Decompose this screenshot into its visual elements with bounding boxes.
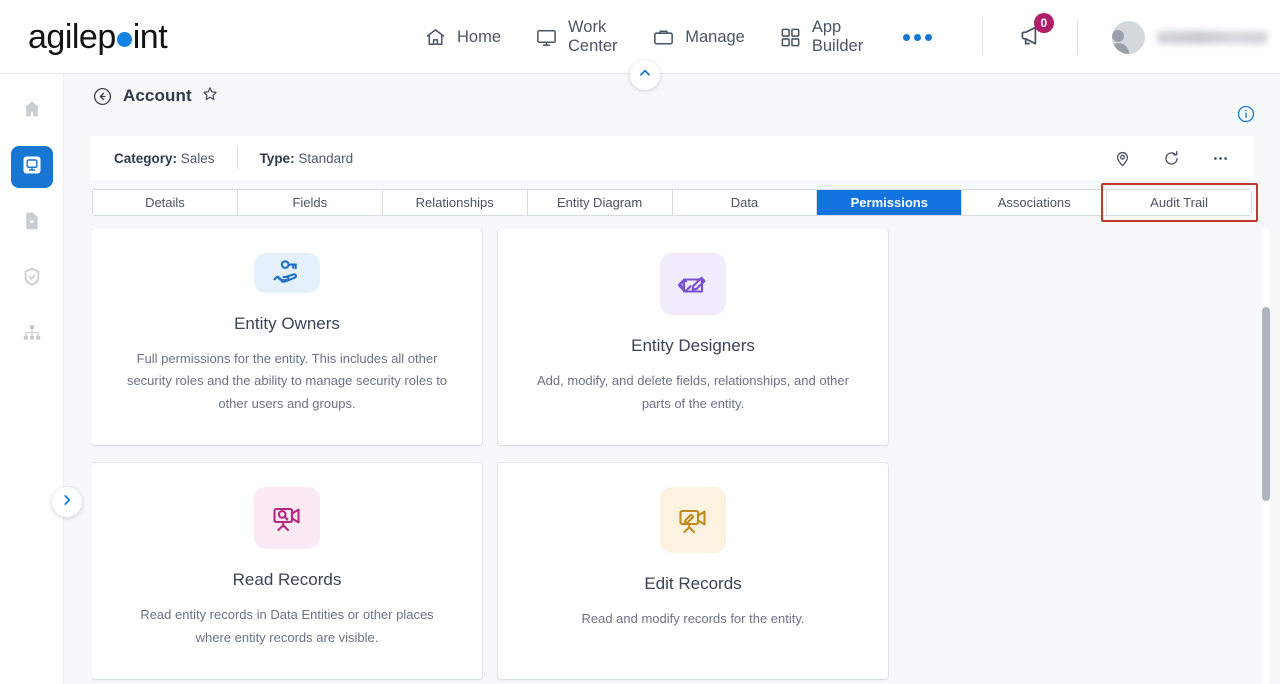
sidebar-item-documents[interactable] — [11, 202, 53, 244]
card-description: Read entity records in Data Entities or … — [140, 607, 434, 645]
meta-category: Category: Sales — [114, 151, 215, 166]
nav-item-app-builder[interactable]: App Builder — [779, 18, 863, 56]
card-description: Full permissions for the entity. This in… — [126, 350, 448, 411]
tab-details[interactable]: Details — [93, 190, 238, 215]
logo-text-part1: agilep — [28, 18, 116, 56]
card-description: Read and modify records for the entity. — [581, 611, 805, 626]
page-title: Account — [123, 86, 192, 105]
tab-audit-trail[interactable]: Audit Trail — [1101, 183, 1258, 222]
user-name-label — [1156, 30, 1267, 44]
camera-search-icon — [254, 487, 320, 550]
tab-label: Data — [730, 195, 759, 210]
more-menu-icon[interactable] — [903, 33, 933, 41]
meta-divider — [236, 147, 238, 169]
permission-card-entity-owners[interactable]: Entity Owners Full permissions for the e… — [92, 229, 482, 445]
meta-type: Type: Standard — [260, 151, 354, 166]
back-button[interactable] — [92, 86, 113, 107]
avatar — [1111, 20, 1145, 54]
nav-item-home[interactable]: Home — [424, 26, 501, 49]
nav-label-home: Home — [457, 27, 502, 46]
card-title: Entity Designers — [631, 336, 755, 356]
notification-badge: 0 — [1033, 12, 1054, 33]
tab-associations[interactable]: Associations — [962, 190, 1108, 215]
star-icon[interactable] — [201, 85, 219, 108]
chevron-right-icon — [60, 493, 74, 512]
sidebar-item-home[interactable] — [11, 90, 53, 132]
tab-label: Entity Diagram — [556, 195, 643, 210]
document-check-icon — [21, 210, 43, 237]
sidebar-item-security[interactable] — [11, 258, 53, 300]
shield-check-icon — [21, 266, 43, 293]
scrollbar-thumb[interactable] — [1262, 307, 1270, 501]
nav-label-work-center: Work Center — [568, 18, 618, 55]
home-icon — [21, 98, 43, 125]
permission-card-edit-records[interactable]: Edit Records Read and modify records for… — [498, 463, 888, 679]
permission-card-read-records[interactable]: Read Records Read entity records in Data… — [92, 463, 482, 679]
meta-toolbar — [1113, 149, 1238, 168]
camera-edit-icon — [660, 487, 726, 553]
tab-label: Permissions — [850, 195, 928, 210]
tab-data[interactable]: Data — [672, 190, 818, 215]
briefcase-icon — [652, 26, 675, 49]
tab-label: Audit Trail — [1150, 195, 1208, 210]
tab-label: Associations — [997, 195, 1071, 210]
meta-type-label: Type: — [259, 150, 295, 166]
meta-category-value: Sales — [180, 150, 215, 166]
permission-cards-area: Entity Owners Full permissions for the e… — [92, 229, 1252, 684]
page-header: Account — [64, 74, 1280, 123]
collapse-header-button[interactable] — [630, 60, 660, 90]
location-pin-icon[interactable] — [1113, 149, 1132, 168]
hand-key-icon — [254, 253, 320, 293]
entity-meta-bar: Category: Sales Type: Standard — [90, 136, 1254, 180]
content-scrollbar[interactable] — [1262, 229, 1270, 684]
tab-label: Relationships — [415, 195, 494, 210]
tab-label: Details — [145, 195, 185, 210]
pencil-ruler-icon — [660, 253, 726, 316]
user-menu[interactable] — [1111, 20, 1280, 54]
nav-divider-1 — [982, 19, 983, 55]
nav-item-work-center[interactable]: Work Center — [535, 18, 618, 56]
chevron-up-icon — [638, 66, 652, 85]
refresh-icon[interactable] — [1162, 149, 1181, 168]
tab-fields[interactable]: Fields — [237, 190, 383, 215]
sidebar-item-hierarchy[interactable] — [11, 314, 53, 356]
info-icon[interactable] — [1236, 104, 1256, 129]
logo-dot-icon — [116, 32, 132, 47]
permission-cards-grid: Entity Owners Full permissions for the e… — [92, 229, 1252, 679]
tab-entity-diagram[interactable]: Entity Diagram — [527, 190, 673, 215]
sitemap-icon — [21, 322, 43, 349]
content-panel: Account Category: Sales Type: Standard D… — [64, 60, 1280, 684]
tab-label: Fields — [292, 195, 328, 210]
agilepoint-logo[interactable]: agilep int — [28, 18, 168, 57]
nav-divider-2 — [1076, 19, 1078, 55]
nav-item-manage[interactable]: Manage — [652, 26, 745, 49]
tab-relationships[interactable]: Relationships — [382, 190, 528, 215]
nav-label-manage: Manage — [685, 27, 745, 46]
sidebar-item-app-builder[interactable] — [10, 146, 53, 188]
card-title: Entity Owners — [234, 313, 340, 333]
meta-category-label: Category: — [114, 150, 178, 166]
grid-icon — [779, 26, 802, 49]
logo-text-part2: int — [132, 18, 168, 56]
card-title: Read Records — [232, 570, 342, 590]
card-description: Add, modify, and delete fields, relation… — [537, 373, 849, 411]
left-sidebar-rail — [0, 74, 64, 684]
tab-permissions[interactable]: Permissions — [817, 190, 963, 215]
nav-label-app-builder: App Builder — [811, 18, 864, 55]
main-nav: Home Work Center Manage App Builder 0 — [424, 0, 1280, 74]
entity-tabs: Details Fields Relationships Entity Diag… — [92, 183, 1258, 222]
meta-type-value: Standard — [298, 150, 354, 166]
app-window-icon — [20, 153, 44, 182]
monitor-icon — [535, 26, 558, 49]
ellipsis-icon[interactable] — [1211, 149, 1230, 168]
permission-card-entity-designers[interactable]: Entity Designers Add, modify, and delete… — [498, 229, 888, 445]
home-icon — [424, 26, 447, 49]
announcements-button[interactable]: 0 — [1017, 12, 1054, 53]
card-title: Edit Records — [644, 574, 742, 593]
expand-sidebar-button[interactable] — [52, 487, 82, 517]
megaphone-icon — [1017, 26, 1043, 52]
